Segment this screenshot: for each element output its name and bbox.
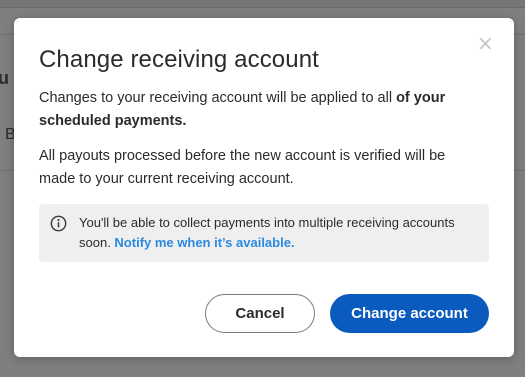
dialog-title: Change receiving account: [39, 46, 319, 73]
change-account-button[interactable]: Change account: [330, 294, 489, 333]
info-icon: [50, 215, 67, 232]
paragraph-text: Changes to your receiving account will b…: [39, 90, 397, 106]
close-icon[interactable]: ×: [477, 33, 494, 53]
dialog-paragraph-payouts: All payouts processed before the new acc…: [39, 148, 446, 187]
notice-text: You'll be able to collect payments into …: [79, 213, 484, 253]
change-account-dialog: × Change receiving account Changes to yo…: [14, 18, 514, 357]
background-topbar: [0, 0, 525, 8]
notify-me-link[interactable]: Notify me when it’s available.: [114, 235, 294, 250]
background-text-fragment: u: [0, 68, 9, 88]
info-notice: You'll be able to collect payments into …: [39, 204, 489, 262]
dialog-paragraph-scheduled: Changes to your receiving account will b…: [39, 87, 479, 133]
cancel-button[interactable]: Cancel: [205, 294, 315, 333]
